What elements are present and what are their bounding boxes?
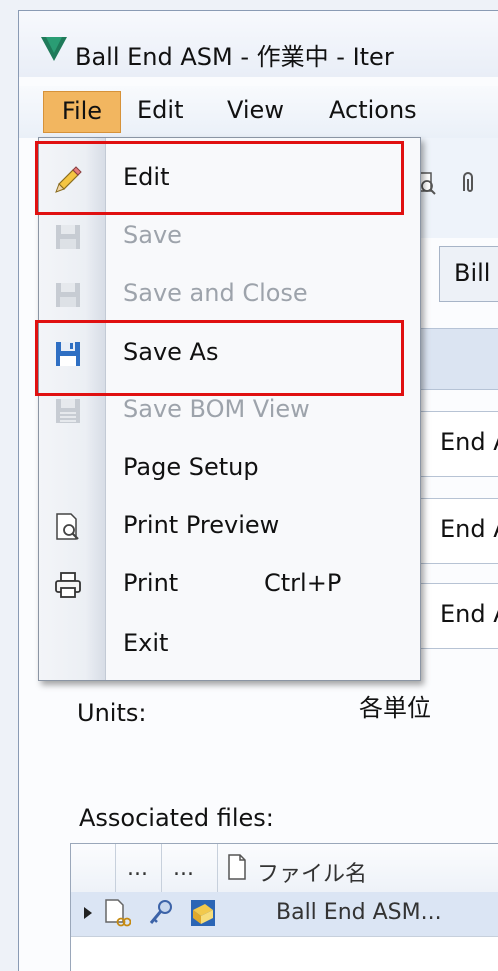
linked-file-icon <box>105 899 131 927</box>
menu-item-save[interactable]: Save <box>39 208 420 266</box>
menu-item-print-preview[interactable]: Print Preview <box>39 498 420 556</box>
floppy-disk-icon <box>56 283 80 307</box>
menu-actions[interactable]: Actions <box>329 96 417 124</box>
table-row[interactable]: Ball End ASM... <box>71 892 498 937</box>
window-title: Ball End ASM - 作業中 - Iter <box>75 43 394 71</box>
floppy-disk-icon <box>56 225 80 249</box>
app-logo-icon <box>41 37 67 61</box>
file-icon <box>228 854 246 880</box>
save-bom-icon <box>56 399 80 423</box>
highlight-edit <box>35 141 404 215</box>
title-bar: Ball End ASM - 作業中 - Iter <box>19 11 498 77</box>
menu-file[interactable]: File <box>43 91 121 133</box>
printer-icon <box>55 572 81 598</box>
grid-header: ... ... ファイル名 <box>71 844 498 893</box>
menu-item-page-setup[interactable]: Page Setup <box>39 440 420 498</box>
print-preview-icon <box>56 513 79 540</box>
name-field[interactable]: End A <box>419 411 498 477</box>
menu-bar: File Edit View Actions <box>19 86 498 138</box>
grid-col-1[interactable]: ... <box>127 856 148 881</box>
menu-item-save-and-close[interactable]: Save and Close <box>39 266 420 324</box>
assembly-file-icon <box>191 900 215 926</box>
number-field[interactable]: End A <box>419 498 498 564</box>
file-menu-dropdown: Edit Save Save and Close Save As Save BO… <box>38 137 421 681</box>
units-label: Units: <box>77 699 147 727</box>
row-filename: Ball End ASM... <box>276 900 442 925</box>
associated-files-label: Associated files: <box>79 804 274 832</box>
grid-col-filename[interactable]: ファイル名 <box>257 856 367 888</box>
description-field[interactable]: End A <box>419 583 498 649</box>
menu-edit[interactable]: Edit <box>137 96 183 124</box>
key-icon <box>149 900 172 924</box>
menu-view[interactable]: View <box>227 96 284 124</box>
menu-item-exit[interactable]: Exit <box>39 616 420 674</box>
print-shortcut: Ctrl+P <box>264 569 342 597</box>
section-header <box>419 328 498 390</box>
units-value: 各単位 <box>359 694 431 722</box>
tab-bill[interactable]: Bill <box>439 246 498 302</box>
row-expand-icon[interactable] <box>83 906 93 920</box>
highlight-save-as <box>35 320 404 396</box>
grid-col-2[interactable]: ... <box>173 856 194 881</box>
associated-files-grid: ... ... ファイル名 Ball End ASM... <box>70 843 498 971</box>
menu-item-print[interactable]: Print Ctrl+P <box>39 556 420 614</box>
attachment-icon[interactable] <box>457 171 479 195</box>
